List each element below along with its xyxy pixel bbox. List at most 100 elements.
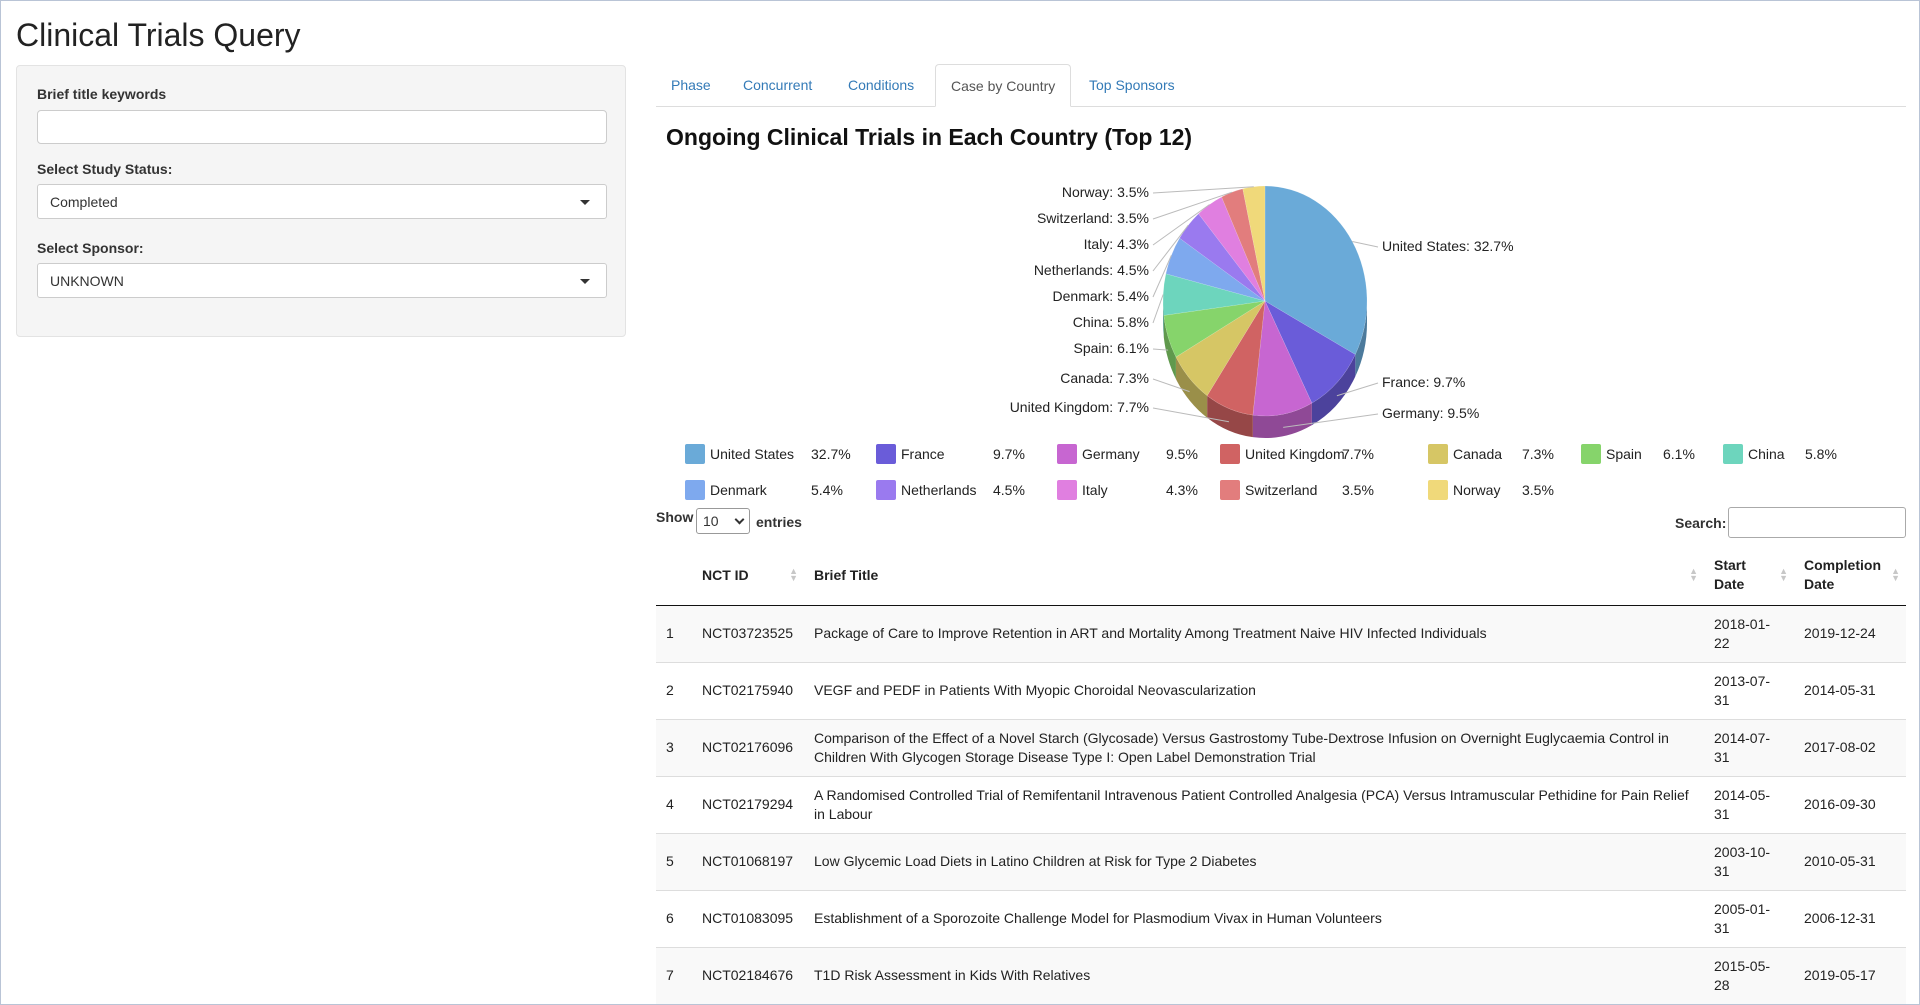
column-header-completion-date[interactable]: Completion Date ▲ ▼ — [1794, 545, 1906, 606]
start-date-cell: 2003-10-31 — [1704, 832, 1794, 890]
start-date-cell: 2014-07-31 — [1704, 718, 1794, 776]
completion-date-cell: 2019-05-17 — [1794, 946, 1906, 1004]
completion-date-cell: 2006-12-31 — [1794, 889, 1906, 947]
slice-label-switzerland: Switzerland: 3.5% — [1037, 210, 1149, 226]
legend-swatch — [1220, 444, 1240, 464]
completion-date-cell: 2019-12-24 — [1794, 604, 1906, 662]
column-header-nct-id[interactable]: NCT ID ▲ ▼ — [692, 545, 804, 606]
start-date-cell: 2015-05-28 — [1704, 946, 1794, 1004]
slice-label-united-kingdom: United Kingdom: 7.7% — [1010, 399, 1149, 415]
row-index: 5 — [656, 832, 692, 890]
legend-name: Canada — [1453, 446, 1503, 462]
completion-date-cell: 2010-05-31 — [1794, 832, 1906, 890]
legend-swatch — [1428, 444, 1448, 464]
nct-id-cell: NCT03723525 — [692, 604, 804, 662]
legend-swatch — [1057, 480, 1077, 500]
legend-percent: 7.3% — [1522, 446, 1554, 462]
legend-swatch — [1220, 480, 1240, 500]
legend-percent: 9.5% — [1166, 446, 1198, 462]
sort-icon: ▲ ▼ — [1891, 565, 1900, 583]
brief-title-cell: VEGF and PEDF in Patients With Myopic Ch… — [804, 661, 1704, 719]
column-header-index[interactable] — [656, 545, 692, 606]
legend-percent: 3.5% — [1342, 482, 1374, 498]
search-label: Search: — [1675, 515, 1727, 531]
column-header-brief-title[interactable]: Brief Title ▲ ▼ — [804, 545, 1704, 606]
nct-id-cell: NCT02176096 — [692, 718, 804, 776]
completion-date-cell: 2016-09-30 — [1794, 775, 1906, 833]
slice-label-china: China: 5.8% — [1073, 314, 1149, 330]
column-header-start-date-label: Start Date — [1714, 556, 1746, 592]
chevron-down-icon — [734, 514, 745, 525]
start-date-cell: 2018-01-22 — [1704, 604, 1794, 662]
table-row[interactable]: 2 NCT02175940 VEGF and PEDF in Patients … — [656, 661, 1906, 719]
legend-percent: 32.7% — [811, 446, 851, 462]
brief-title-cell: T1D Risk Assessment in Kids With Relativ… — [804, 946, 1704, 1004]
legend-name: Denmark — [710, 482, 767, 498]
legend-name: China — [1748, 446, 1785, 462]
completion-date-cell: 2017-08-02 — [1794, 718, 1906, 776]
slice-label-norway: Norway: 3.5% — [1062, 184, 1149, 200]
country-pie-chart: United States: 32.7% France: 9.7% Germany:… — [1010, 184, 1514, 438]
table-row[interactable]: 5 NCT01068197 Low Glycemic Load Diets in… — [656, 832, 1906, 890]
legend-swatch — [876, 444, 896, 464]
row-index: 7 — [656, 946, 692, 1004]
brief-title-cell: Package of Care to Improve Retention in … — [804, 604, 1704, 662]
nct-id-cell: NCT02179294 — [692, 775, 804, 833]
legend-swatch — [685, 480, 705, 500]
legend-percent: 3.5% — [1522, 482, 1554, 498]
legend-name: United Kingdom — [1245, 446, 1345, 462]
row-index: 3 — [656, 718, 692, 776]
slice-label-denmark: Denmark: 5.4% — [1053, 288, 1149, 304]
show-label: Show — [656, 509, 694, 525]
start-date-cell: 2013-07-31 — [1704, 661, 1794, 719]
slice-label-canada: Canada: 7.3% — [1060, 370, 1149, 386]
column-header-nct-id-label: NCT ID — [702, 566, 749, 583]
table-row[interactable]: 7 NCT02184676 T1D Risk Assessment in Kid… — [656, 946, 1906, 1004]
legend-percent: 5.8% — [1805, 446, 1837, 462]
column-header-brief-title-label: Brief Title — [814, 566, 879, 583]
legend-swatch — [1428, 480, 1448, 500]
completion-date-cell: 2014-05-31 — [1794, 661, 1906, 719]
table-header-row: NCT ID ▲ ▼ Brief Title ▲ ▼ Start Date ▲ ▼ C… — [656, 545, 1906, 606]
table-row[interactable]: 4 NCT02179294 A Randomised Controlled Tr… — [656, 775, 1906, 833]
brief-title-cell: Comparison of the Effect of a Novel Star… — [804, 718, 1704, 776]
legend-swatch — [1581, 444, 1601, 464]
legend-swatch — [1057, 444, 1077, 464]
slice-label-germany: Germany: 9.5% — [1382, 405, 1479, 421]
legend-name: Norway — [1453, 482, 1501, 498]
start-date-cell: 2005-01-31 — [1704, 889, 1794, 947]
row-index: 2 — [656, 661, 692, 719]
legend-name: Switzerland — [1245, 482, 1318, 498]
legend-percent: 4.5% — [993, 482, 1025, 498]
sort-icon: ▲ ▼ — [1689, 565, 1698, 583]
nct-id-cell: NCT02184676 — [692, 946, 804, 1004]
column-header-start-date[interactable]: Start Date ▲ ▼ — [1704, 545, 1794, 606]
row-index: 6 — [656, 889, 692, 947]
nct-id-cell: NCT01068197 — [692, 832, 804, 890]
brief-title-cell: Establishment of a Sporozoite Challenge … — [804, 889, 1704, 947]
leader-line-china — [1152, 294, 1164, 324]
table-row[interactable]: 1 NCT03723525 Package of Care to Improve… — [656, 604, 1906, 662]
trials-table: NCT ID ▲ ▼ Brief Title ▲ ▼ Start Date ▲ ▼ C… — [656, 545, 1906, 1004]
column-header-completion-date-label: Completion Date — [1804, 556, 1881, 592]
entries-label: entries — [756, 514, 802, 530]
legend-percent: 4.3% — [1166, 482, 1198, 498]
brief-title-cell: Low Glycemic Load Diets in Latino Childr… — [804, 832, 1704, 890]
sort-icon: ▲ ▼ — [789, 565, 798, 583]
row-index: 4 — [656, 775, 692, 833]
legend-name: Spain — [1606, 446, 1642, 462]
slice-label-france: France: 9.7% — [1382, 374, 1465, 390]
legend-name: France — [901, 446, 945, 462]
brief-title-cell: A Randomised Controlled Trial of Remifen… — [804, 775, 1704, 833]
page-length-value: 10 — [703, 513, 719, 529]
table-row[interactable]: 6 NCT01083095 Establishment of a Sporozo… — [656, 889, 1906, 947]
slice-label-italy: Italy: 4.3% — [1084, 236, 1149, 252]
page-length-select[interactable]: 10 — [696, 508, 750, 534]
legend-name: United States — [710, 446, 795, 462]
legend-percent: 9.7% — [993, 446, 1025, 462]
legend-swatch — [876, 480, 896, 500]
search-input[interactable] — [1728, 507, 1906, 538]
legend-swatch — [1723, 444, 1743, 464]
leader-line-united-states — [1352, 241, 1379, 248]
table-row[interactable]: 3 NCT02176096 Comparison of the Effect o… — [656, 718, 1906, 776]
